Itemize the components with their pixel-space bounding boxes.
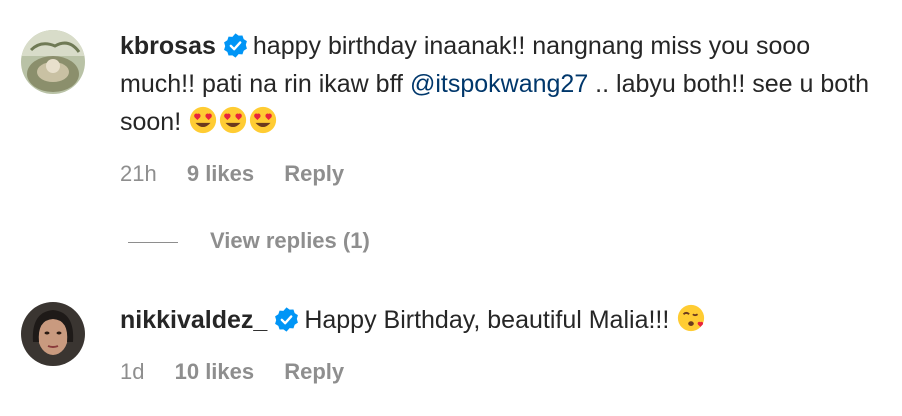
heart-eyes-emoji-icon bbox=[249, 106, 277, 134]
heart-eyes-emoji-icon bbox=[189, 106, 217, 134]
mention-link[interactable]: @itspokwang27 bbox=[410, 70, 588, 98]
verified-badge-icon bbox=[275, 307, 299, 332]
avatar[interactable] bbox=[21, 30, 85, 94]
divider bbox=[128, 241, 178, 243]
username[interactable]: kbrosas bbox=[120, 32, 216, 60]
username[interactable]: nikkivaldez_ bbox=[120, 306, 267, 334]
likes-count[interactable]: 9 likes bbox=[187, 161, 254, 186]
view-replies-label[interactable]: View replies (1) bbox=[210, 228, 370, 253]
view-replies-button[interactable]: View replies (1) bbox=[128, 226, 370, 256]
comment-body: Happy Birthday, beautiful Malia!!! bbox=[304, 306, 677, 334]
timestamp[interactable]: 1d bbox=[120, 359, 144, 384]
reply-button[interactable]: Reply bbox=[284, 161, 344, 186]
kissing-heart-emoji-icon bbox=[678, 304, 705, 332]
reply-button[interactable]: Reply bbox=[284, 359, 344, 384]
comment-text: kbrosas happy birthday inaanak!! nangnang… bbox=[120, 27, 880, 141]
heart-eyes-emoji-icon bbox=[219, 106, 247, 134]
comment-meta: 1d 10 likes Reply bbox=[120, 357, 880, 387]
comment-meta: 21h 9 likes Reply bbox=[120, 159, 880, 189]
comment-text: nikkivaldez_ Happy Birthday, beautiful Ma… bbox=[120, 301, 880, 339]
verified-badge-icon bbox=[223, 33, 247, 58]
timestamp[interactable]: 21h bbox=[120, 161, 157, 186]
avatar[interactable] bbox=[21, 302, 85, 366]
likes-count[interactable]: 10 likes bbox=[175, 359, 255, 384]
